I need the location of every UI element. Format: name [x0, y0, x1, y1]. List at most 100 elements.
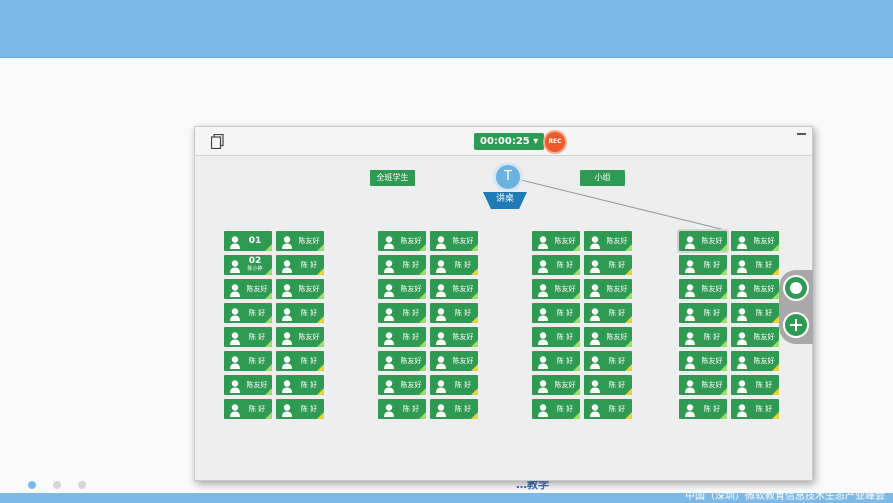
seat-student-name: 陈 好 [556, 333, 574, 341]
student-seat[interactable]: 陈友好 [276, 327, 324, 347]
student-avatar-icon [538, 402, 548, 417]
student-seat[interactable]: 陈友好 [677, 229, 729, 253]
seat-student-name: 陈友好 [701, 357, 723, 365]
seat-student-name: 陈 好 [608, 357, 626, 365]
student-seat[interactable]: 陈友好 [532, 279, 580, 299]
carousel-dot[interactable] [28, 481, 36, 489]
student-avatar-icon [737, 354, 747, 369]
student-seat[interactable]: 陈友好 [430, 327, 478, 347]
seat-student-name: 陈友好 [554, 381, 576, 389]
student-avatar-icon [384, 354, 394, 369]
minimize-icon[interactable] [797, 133, 806, 135]
student-seat[interactable]: 陈友好 [731, 279, 779, 299]
student-seat[interactable]: 01 [224, 231, 272, 251]
student-avatar-icon [230, 330, 240, 345]
student-seat[interactable]: 陈友好 [679, 351, 727, 371]
copy-icon[interactable] [211, 134, 224, 149]
student-seat[interactable]: 陈 好 [532, 303, 580, 323]
student-seat[interactable]: 陈友好 [731, 327, 779, 347]
teacher-avatar[interactable]: T [493, 162, 523, 192]
seat-student-name: 陈 好 [300, 405, 318, 413]
student-seat[interactable]: 陈 好 [731, 375, 779, 395]
student-seat[interactable]: 陈 好 [378, 327, 426, 347]
student-seat[interactable]: 陈 好 [679, 303, 727, 323]
record-circle-button[interactable] [783, 275, 809, 301]
student-seat[interactable]: 陈友好 [276, 279, 324, 299]
student-seat[interactable]: 陈 好 [731, 399, 779, 419]
student-avatar-icon [436, 330, 446, 345]
student-seat[interactable]: 陈友好 [378, 231, 426, 251]
group-button[interactable]: 小组 [580, 170, 625, 186]
student-seat[interactable]: 陈 好 [276, 303, 324, 323]
student-seat[interactable]: 陈 好 [584, 375, 632, 395]
student-seat[interactable]: 陈 好 [532, 351, 580, 371]
student-seat[interactable]: 陈友好 [532, 375, 580, 395]
student-seat[interactable]: 陈 好 [276, 375, 324, 395]
student-seat[interactable]: 陈 好 [679, 255, 727, 275]
student-seat[interactable]: 陈 好 [224, 351, 272, 371]
student-seat[interactable]: 陈友好 [276, 231, 324, 251]
seat-student-name: 陈 好 [248, 357, 266, 365]
student-seat[interactable]: 陈 好 [584, 303, 632, 323]
student-seat[interactable]: 陈 好 [731, 303, 779, 323]
student-seat[interactable]: 陈友好 [378, 279, 426, 299]
student-seat[interactable]: 陈 好 [276, 255, 324, 275]
student-seat[interactable]: 陈友好 [679, 279, 727, 299]
record-button[interactable]: REC [545, 132, 565, 152]
session-timer[interactable]: 00:00:25 ▾ [474, 133, 545, 150]
whole-class-button[interactable]: 全班学生 [370, 170, 415, 186]
student-seat[interactable]: 陈 好 [224, 303, 272, 323]
student-avatar-icon [384, 330, 394, 345]
student-seat[interactable]: 陈 好 [276, 351, 324, 371]
student-seat[interactable]: 陈 好 [224, 327, 272, 347]
student-avatar-icon [436, 282, 446, 297]
student-avatar-icon [590, 354, 600, 369]
student-seat[interactable]: 陈 好 [430, 399, 478, 419]
student-seat[interactable]: 陈 好 [276, 399, 324, 419]
student-seat[interactable]: 陈 好 [532, 255, 580, 275]
seat-student-name: 陈 好 [454, 405, 472, 413]
student-seat[interactable]: 陈 好 [430, 303, 478, 323]
side-toolbar [779, 270, 813, 344]
student-seat[interactable]: 陈 好 [430, 255, 478, 275]
seat-student-name: 陈友好 [452, 285, 474, 293]
seat-student-name: 陈 好 [248, 405, 266, 413]
student-seat[interactable]: 陈 好 [584, 255, 632, 275]
student-seat[interactable]: 陈友好 [731, 231, 779, 251]
student-seat[interactable]: 陈友好 [224, 375, 272, 395]
student-seat[interactable]: 陈 好 [532, 399, 580, 419]
student-seat[interactable]: 陈 好 [679, 399, 727, 419]
student-seat[interactable]: 陈 好 [378, 303, 426, 323]
student-seat[interactable]: 陈友好 [224, 279, 272, 299]
seat-student-name: 陈 好 [755, 309, 773, 317]
student-seat[interactable]: 陈友好 [731, 351, 779, 371]
student-seat[interactable]: 陈 好 [584, 351, 632, 371]
student-seat[interactable]: 陈友好 [378, 351, 426, 371]
student-seat[interactable]: 陈 好 [224, 399, 272, 419]
student-avatar-icon [737, 282, 747, 297]
student-seat[interactable]: 陈友好 [430, 351, 478, 371]
student-seat[interactable]: 陈 好 [532, 327, 580, 347]
student-seat[interactable]: 陈 好 [731, 255, 779, 275]
student-seat[interactable]: 陈友好 [430, 231, 478, 251]
seat-student-name: 陈 好 [556, 405, 574, 413]
student-seat[interactable]: 陈友好 [378, 375, 426, 395]
seat-student-name: 陈友好 [554, 237, 576, 245]
carousel-dot[interactable] [78, 481, 86, 489]
student-seat[interactable]: 陈 好 [430, 375, 478, 395]
student-seat[interactable]: 陈友好 [532, 231, 580, 251]
student-avatar-icon [230, 378, 240, 393]
add-button[interactable] [783, 312, 809, 338]
student-avatar-icon [282, 354, 292, 369]
student-seat[interactable]: 陈 好 [679, 327, 727, 347]
student-seat[interactable]: 陈 好 [584, 399, 632, 419]
student-seat[interactable]: 陈友好 [584, 327, 632, 347]
student-seat[interactable]: 陈友好 [679, 375, 727, 395]
carousel-dot[interactable] [53, 481, 61, 489]
student-seat[interactable]: 陈 好 [378, 255, 426, 275]
student-seat[interactable]: 陈友好 [584, 231, 632, 251]
student-seat[interactable]: 陈友好 [584, 279, 632, 299]
student-seat[interactable]: 陈 好 [378, 399, 426, 419]
student-seat[interactable]: 陈友好 [430, 279, 478, 299]
student-seat[interactable]: 02 陈小婷 [224, 255, 272, 275]
